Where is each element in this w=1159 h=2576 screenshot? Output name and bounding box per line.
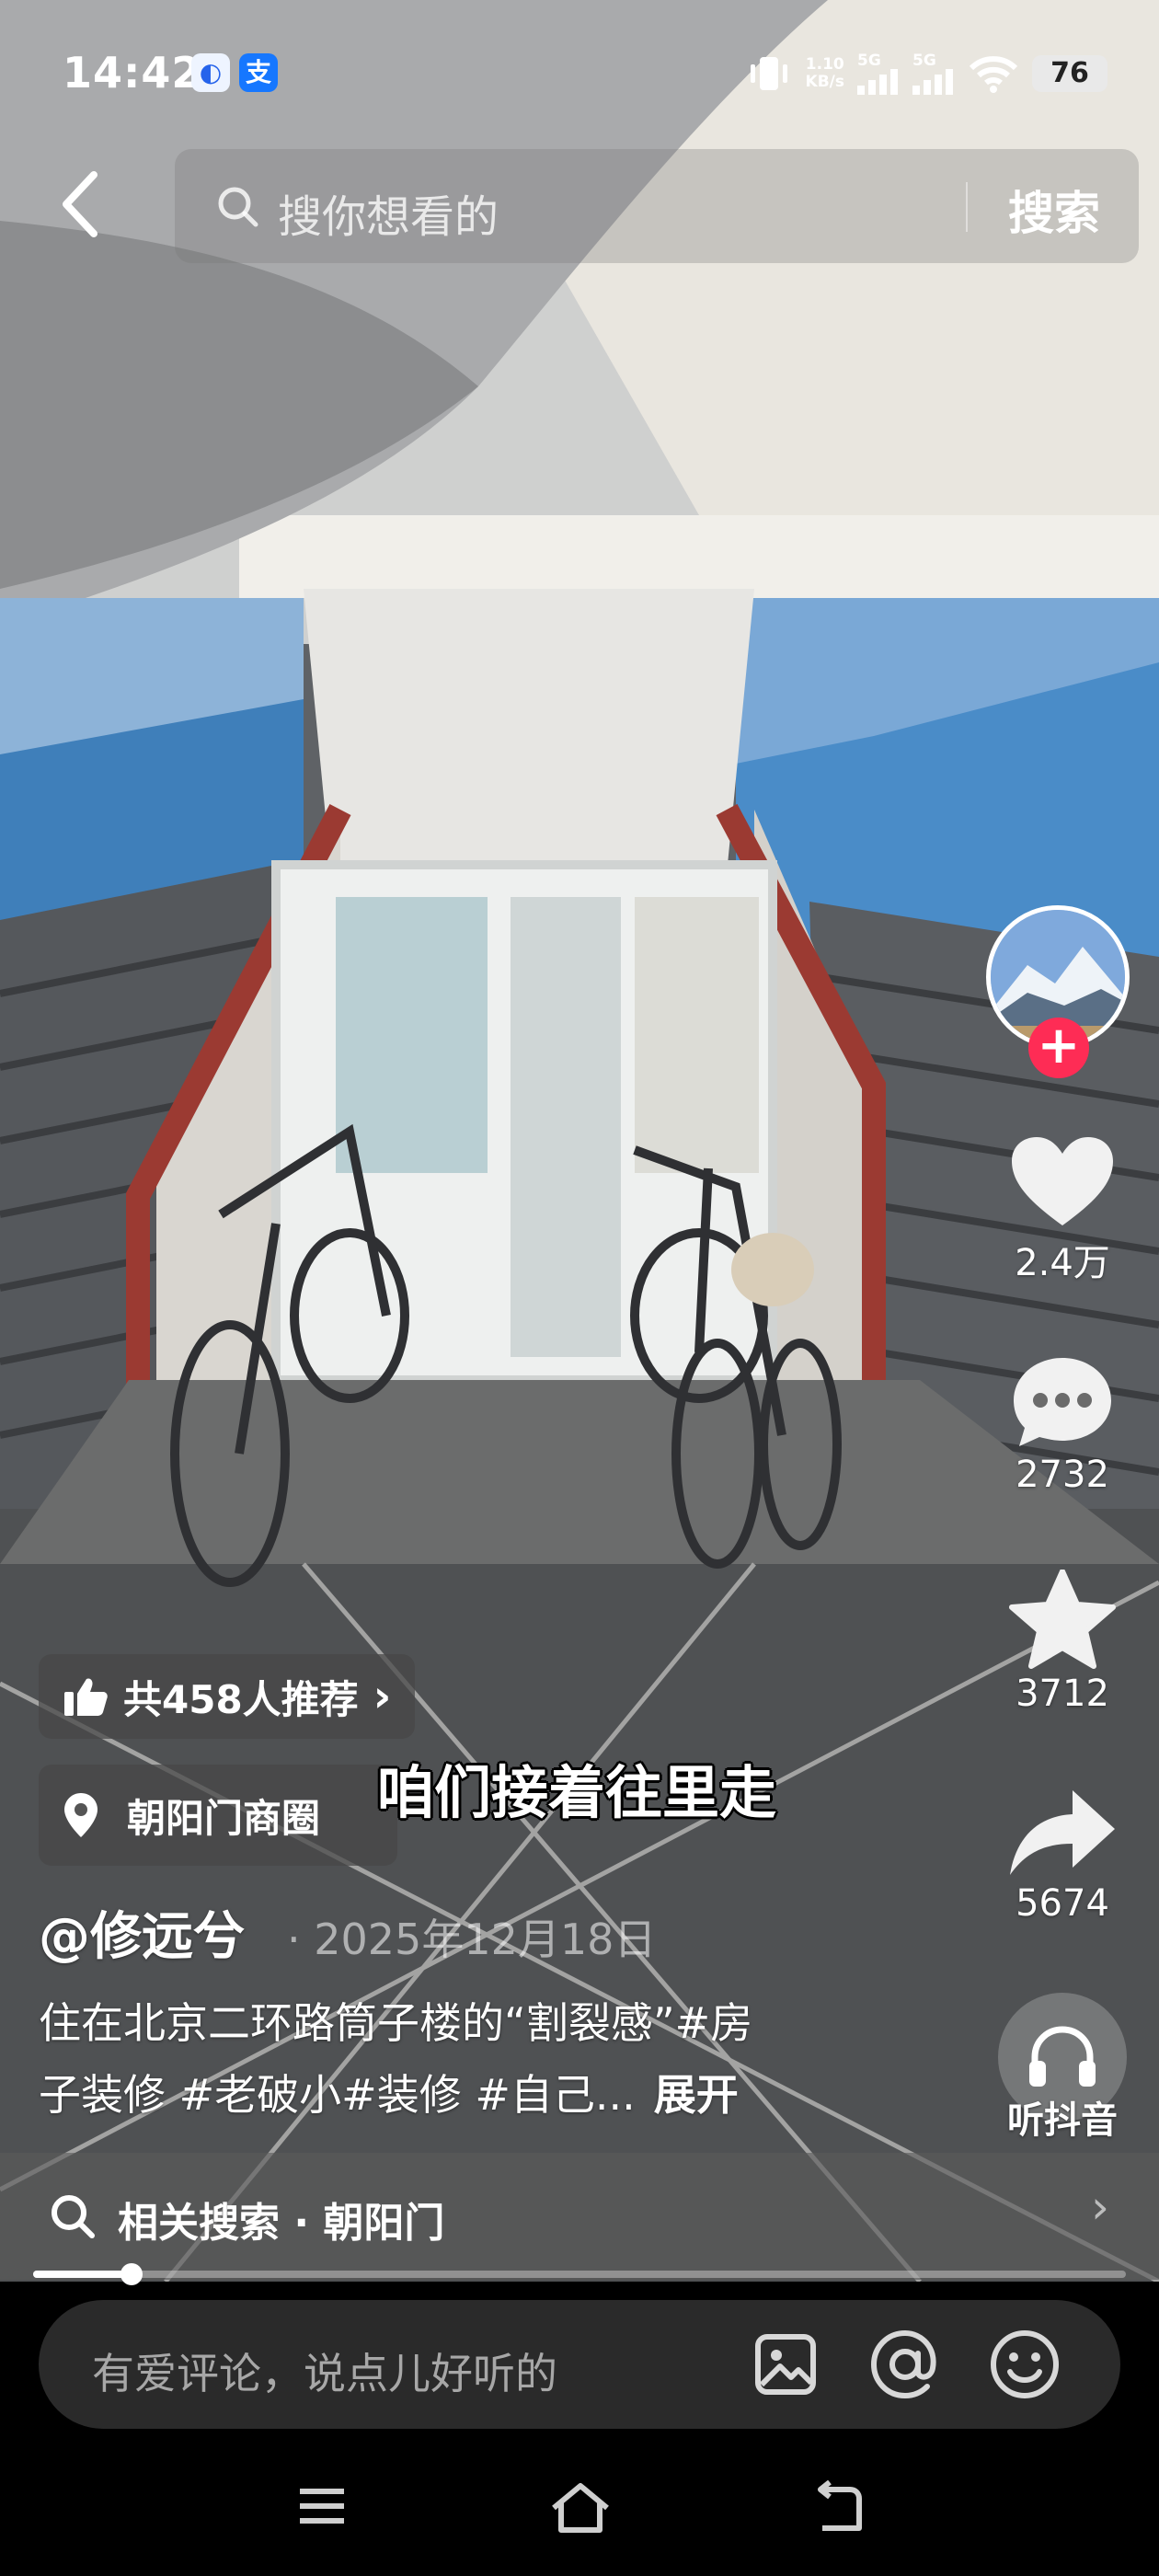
signal-bars-icon	[912, 69, 953, 95]
location-pill[interactable]: 朝阳门商圈	[39, 1765, 397, 1866]
search-input[interactable]: 搜你想看的	[278, 180, 499, 245]
related-search-bar[interactable]: 相关搜索 · 朝阳门 ›	[0, 2153, 1159, 2280]
like-button[interactable]: 2.4万	[993, 1133, 1131, 1286]
chevron-right-icon: ›	[1091, 2180, 1109, 2234]
search-divider	[966, 182, 968, 232]
caption-line-2: 子装修 #老破小#装修 #自己...	[39, 2070, 636, 2120]
progress-knob[interactable]	[120, 2263, 143, 2285]
search-icon	[218, 187, 258, 227]
listen-label: 听抖音	[1007, 2099, 1118, 2142]
progress-fill	[33, 2271, 132, 2278]
back-arrow-icon[interactable]	[48, 166, 114, 243]
recommend-pill[interactable]: 共458人推荐 ›	[39, 1654, 416, 1739]
menu-icon[interactable]	[294, 2480, 350, 2532]
location-text: 朝阳门商圈	[127, 1795, 321, 1841]
publish-date: · 2025年12月18日	[287, 1915, 657, 1964]
search-button[interactable]: 搜索	[1008, 177, 1100, 243]
battery-indicator: 76	[1032, 55, 1107, 92]
alipay-app-icon: 支	[239, 53, 278, 92]
listen-douyin-button[interactable]: 听抖音	[993, 1993, 1131, 2144]
chevron-right-icon: ›	[373, 1671, 392, 1722]
comment-input[interactable]: 有爱评论，说点儿好听的	[92, 2340, 557, 2401]
author-name[interactable]: @修远兮	[39, 1895, 245, 1970]
video-progress-bar[interactable]	[33, 2263, 1126, 2285]
back-nav-icon[interactable]	[809, 2480, 865, 2536]
search-bar[interactable]: 搜你想看的 搜索	[175, 149, 1139, 263]
image-icon[interactable]	[747, 2326, 824, 2403]
video-subtitle: 咱们接着往里走	[377, 1759, 777, 1826]
follow-button[interactable]: +	[1028, 1018, 1089, 1078]
at-mention-icon[interactable]	[866, 2326, 944, 2403]
thumbs-up-icon	[64, 1678, 108, 1716]
star-icon	[1009, 1570, 1116, 1669]
vibrate-icon	[750, 57, 787, 90]
comment-button[interactable]: 2732	[993, 1354, 1131, 1496]
system-navigation-bar	[0, 2447, 1159, 2576]
like-count: 2.4万	[1015, 1242, 1110, 1284]
comment-bubble-icon	[1014, 1358, 1111, 1446]
share-arrow-icon	[1010, 1790, 1115, 1875]
video-caption[interactable]: 住在北京二环路筒子楼的“割裂感”#房 子装修 #老破小#装修 #自己... 展开	[39, 1987, 866, 2131]
signal-5g-2: 5G	[912, 52, 955, 95]
expand-caption-button[interactable]: 展开	[654, 2070, 739, 2120]
caption-line-1: 住在北京二环路筒子楼的“割裂感”#房	[39, 1998, 753, 2048]
recommend-text: 共458人推荐	[123, 1676, 359, 1722]
home-icon[interactable]	[548, 2480, 613, 2536]
heart-icon	[1012, 1137, 1113, 1225]
headphones-icon	[1029, 2026, 1096, 2087]
favorite-count: 3712	[1016, 1673, 1109, 1715]
wifi-icon	[969, 56, 1018, 93]
comment-input-bar[interactable]: 有爱评论，说点儿好听的	[39, 2300, 1120, 2429]
related-search-text: 相关搜索 · 朝阳门	[118, 2200, 445, 2247]
net-speed: 1.10 KB/s	[805, 55, 844, 91]
emoji-icon[interactable]	[986, 2326, 1063, 2403]
status-bar: 14:42 ◐ 支 1.10 KB/s 5G 5G 76	[0, 0, 1159, 147]
location-pin-icon	[64, 1793, 98, 1837]
search-icon	[52, 2195, 95, 2238]
status-indicators: 1.10 KB/s 5G 5G 76	[745, 48, 1107, 99]
comment-count: 2732	[1016, 1454, 1109, 1496]
baidu-app-icon: ◐	[191, 53, 230, 92]
share-button[interactable]: 5674	[993, 1787, 1131, 1925]
signal-bars-icon	[857, 69, 898, 95]
favorite-button[interactable]: 3712	[993, 1570, 1131, 1715]
signal-5g-1: 5G	[857, 52, 900, 95]
clock: 14:42	[63, 48, 202, 98]
share-count: 5674	[1016, 1882, 1109, 1925]
